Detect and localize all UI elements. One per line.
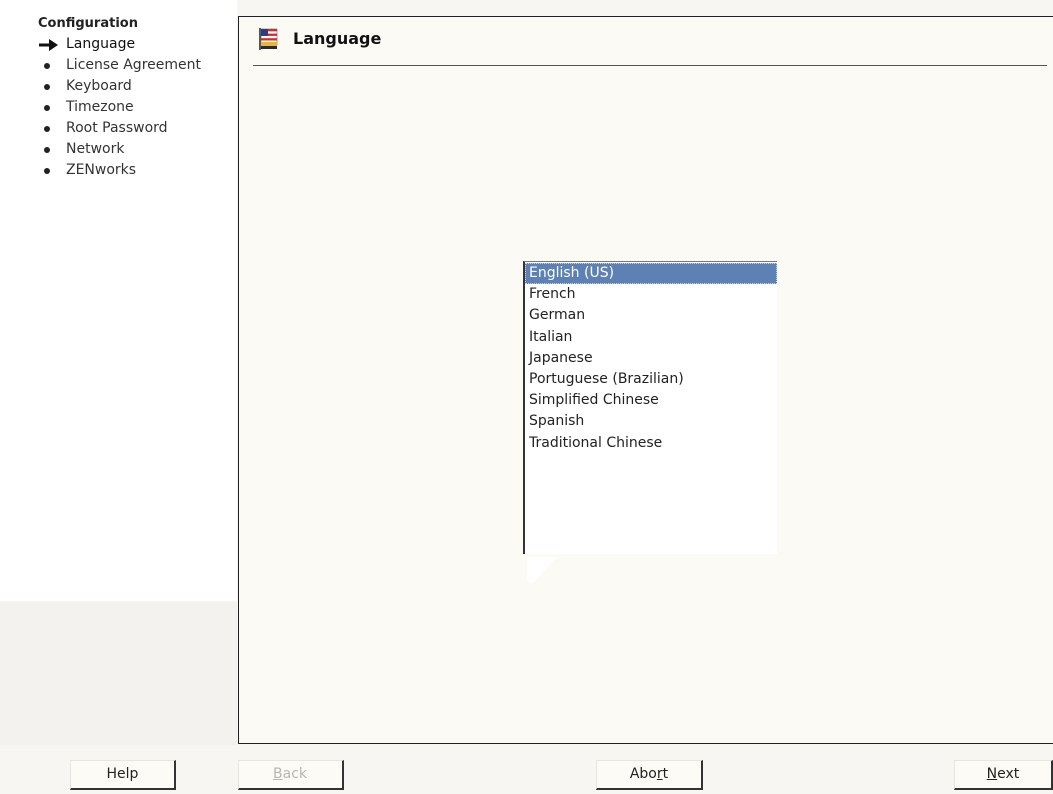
step-label: License Agreement <box>66 57 201 73</box>
listbox-corner-shadow <box>527 557 557 583</box>
step-keyboard: Keyboard <box>0 76 201 97</box>
bullet-icon <box>44 168 50 174</box>
back-button[interactable]: Back <box>238 760 344 790</box>
next-button-mnemonic: N <box>986 766 998 782</box>
step-zenworks: ZENworks <box>0 160 201 181</box>
help-button[interactable]: Help <box>70 760 176 790</box>
next-button[interactable]: Next <box>954 760 1053 790</box>
content-panel: Language English (US) French German Ital… <box>238 16 1053 744</box>
sidebar-title: Configuration <box>38 16 138 31</box>
arrow-right-icon <box>39 39 58 51</box>
step-label: ZENworks <box>66 162 137 178</box>
page-header: Language <box>253 23 1047 66</box>
language-option-spanish[interactable]: Spanish <box>525 411 777 432</box>
back-button-mnemonic: B <box>273 766 283 782</box>
sidebar: Configuration Language License Agreement… <box>0 0 237 745</box>
help-button-label: Help <box>106 766 139 782</box>
abort-button[interactable]: Abort <box>596 760 703 790</box>
language-option-french[interactable]: French <box>525 284 777 305</box>
language-option-simplified-chinese[interactable]: Simplified Chinese <box>525 390 777 411</box>
page-title: Language <box>293 29 382 48</box>
step-label: Root Password <box>66 120 168 136</box>
flag-icon <box>259 28 278 50</box>
language-option-german[interactable]: German <box>525 305 777 326</box>
step-language: Language <box>0 34 201 55</box>
step-label: Keyboard <box>66 78 132 94</box>
language-option-traditional-chinese[interactable]: Traditional Chinese <box>525 433 777 454</box>
step-network: Network <box>0 139 201 160</box>
bullet-icon <box>44 63 50 69</box>
language-option-english-us[interactable]: English (US) <box>525 263 777 285</box>
step-timezone: Timezone <box>0 97 201 118</box>
step-label: Timezone <box>66 99 134 115</box>
step-label: Language <box>66 36 136 52</box>
bullet-icon <box>44 105 50 111</box>
step-root-password: Root Password <box>0 118 201 139</box>
step-list: Language License Agreement Keyboard Time… <box>0 34 201 181</box>
language-listbox[interactable]: English (US) French German Italian Japan… <box>523 261 777 554</box>
language-option-japanese[interactable]: Japanese <box>525 348 777 369</box>
step-label: Network <box>66 141 125 157</box>
language-option-portuguese-brazilian[interactable]: Portuguese (Brazilian) <box>525 369 777 390</box>
bullet-icon <box>44 126 50 132</box>
installer-window: Configuration Language License Agreement… <box>0 0 1053 794</box>
bullet-icon <box>44 147 50 153</box>
language-option-italian[interactable]: Italian <box>525 327 777 348</box>
step-license-agreement: License Agreement <box>0 55 201 76</box>
bullet-icon <box>44 84 50 90</box>
